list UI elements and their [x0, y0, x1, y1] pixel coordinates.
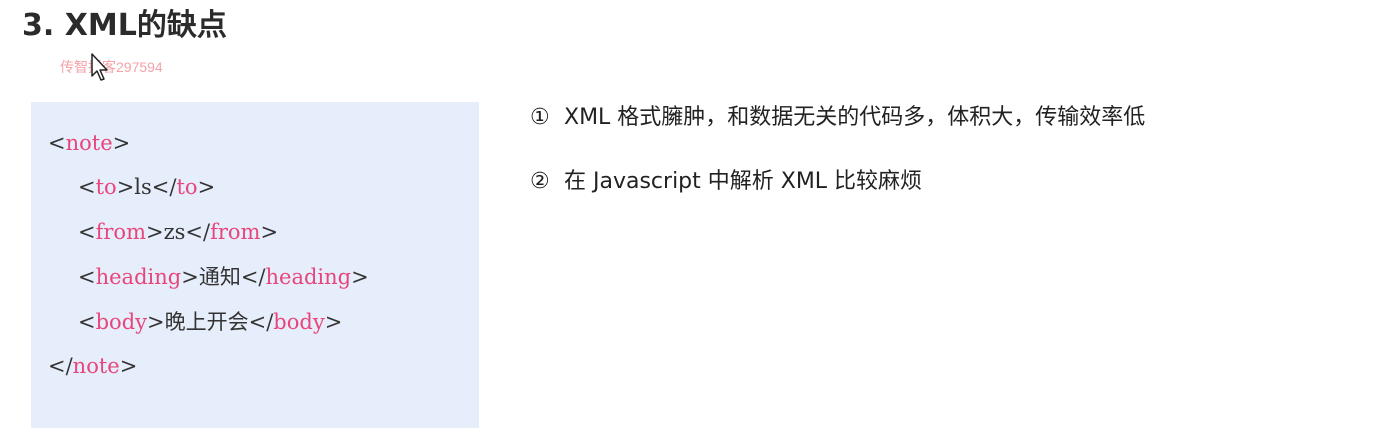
- angle-open: </: [48, 354, 73, 378]
- tag-name-close: to: [176, 175, 198, 199]
- code-line-note-open: <note>: [48, 129, 130, 157]
- angle-close: >: [197, 175, 216, 199]
- angle-close: >: [112, 131, 131, 155]
- code-content: >通知</: [181, 265, 266, 289]
- mouse-cursor-icon: [91, 53, 108, 81]
- angle-close: >: [119, 354, 138, 378]
- tag-name-close: from: [210, 220, 261, 244]
- code-line-heading: <heading>通知</heading>: [78, 263, 369, 291]
- angle-open: <: [48, 131, 66, 155]
- code-content: >晚上开会</: [147, 310, 274, 334]
- page-title: 3. XML的缺点: [22, 8, 227, 43]
- list-item-text: 在 Javascript 中解析 XML 比较麻烦: [564, 169, 923, 194]
- code-line-to: <to>ls</to>: [78, 173, 215, 201]
- list-item-text: XML 格式臃肿，和数据无关的代码多，体积大，传输效率低: [564, 105, 1146, 130]
- circled-number: ②: [530, 169, 550, 194]
- code-content: >zs</: [145, 220, 211, 244]
- list-item: ① XML 格式臃肿，和数据无关的代码多，体积大，传输效率低: [530, 102, 1145, 134]
- code-content: >ls</: [116, 175, 177, 199]
- tag-name: note: [65, 131, 113, 155]
- circled-number: ①: [530, 105, 550, 130]
- list-item: ② 在 Javascript 中解析 XML 比较麻烦: [530, 166, 922, 198]
- tag-name: to: [95, 175, 117, 199]
- tag-name: heading: [95, 265, 182, 289]
- code-block: <note> <to>ls</to> <from>zs</from> <head…: [31, 102, 479, 428]
- tag-name: note: [72, 354, 120, 378]
- angle-close: >: [351, 265, 369, 289]
- angle-close: >: [260, 220, 279, 244]
- angle-open: <: [78, 265, 96, 289]
- angle-open: <: [78, 220, 96, 244]
- code-line-note-close: </note>: [48, 352, 137, 380]
- code-line-body: <body>晚上开会</body>: [78, 308, 342, 336]
- angle-open: <: [78, 310, 96, 334]
- code-line-from: <from>zs</from>: [78, 218, 278, 246]
- tag-name: from: [95, 220, 146, 244]
- angle-close: >: [324, 310, 343, 334]
- tag-name: body: [95, 310, 148, 334]
- angle-open: <: [78, 175, 96, 199]
- tag-name-close: heading: [265, 265, 352, 289]
- tag-name-close: body: [273, 310, 325, 334]
